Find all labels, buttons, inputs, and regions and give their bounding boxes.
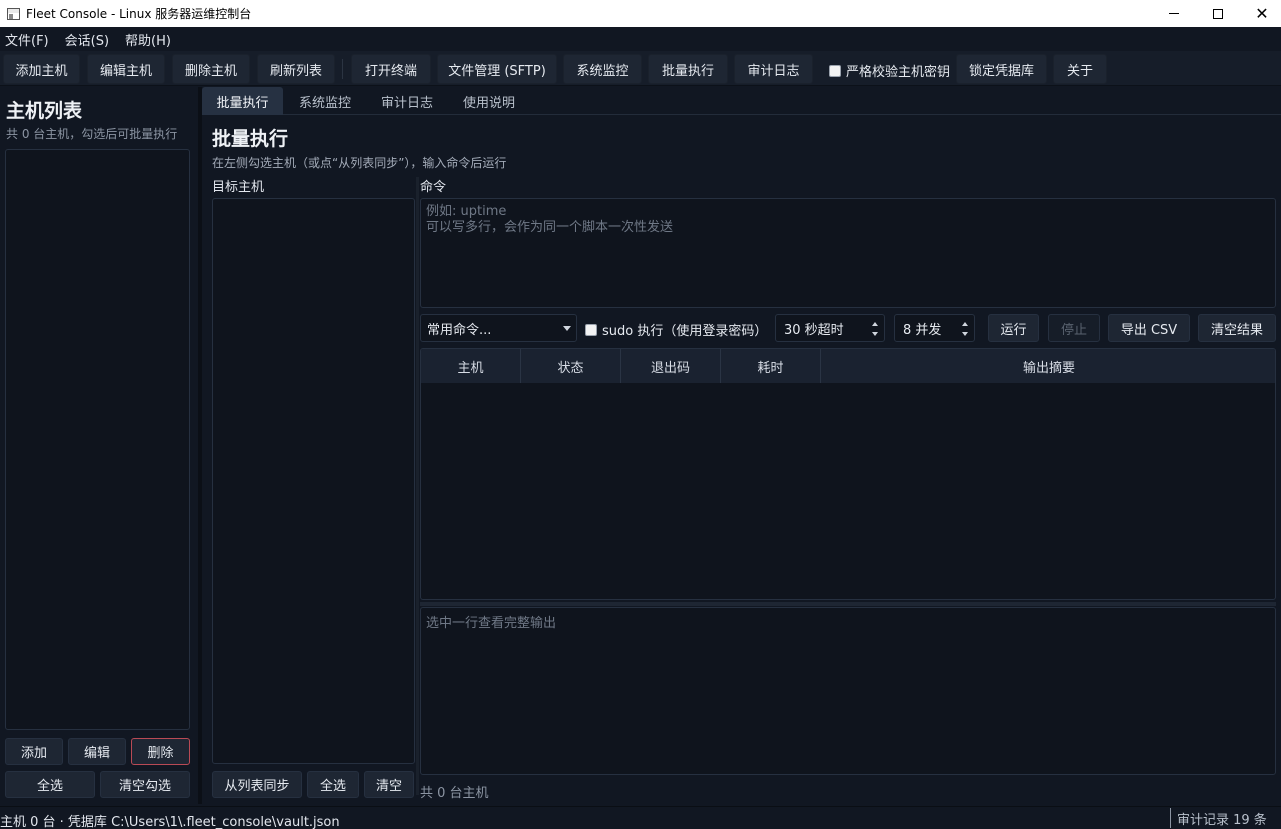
sidebar-add-button[interactable]: 添加	[5, 738, 63, 765]
close-button[interactable]: ✕	[1239, 0, 1281, 27]
minimize-icon	[1169, 13, 1179, 14]
sudo-label: sudo 执行（使用登录密码）	[602, 324, 768, 339]
tab-audit-log[interactable]: 审计日志	[367, 87, 447, 115]
spin-down-icon[interactable]	[962, 332, 968, 336]
sync-from-list-button[interactable]: 从列表同步	[212, 771, 302, 798]
command-label: 命令	[420, 180, 447, 195]
status-host-vault: 主机 0 台 · 凭据库 C:\Users\1\.fleet_console\v…	[0, 815, 340, 829]
refresh-list-button[interactable]: 刷新列表	[257, 54, 335, 84]
app-icon	[7, 7, 20, 20]
menu-session[interactable]: 会话(S)	[65, 30, 109, 49]
results-table-header: 主机 状态 退出码 耗时 输出摘要	[421, 349, 1275, 383]
tab-batch-exec[interactable]: 批量执行	[202, 87, 283, 115]
run-button[interactable]: 运行	[988, 314, 1039, 342]
main-area: 批量执行 系统监控 审计日志 使用说明 批量执行 在左侧勾选主机（或点“从列表同…	[202, 87, 1281, 804]
delete-host-button[interactable]: 删除主机	[172, 54, 250, 84]
system-monitor-button[interactable]: 系统监控	[563, 54, 642, 84]
sidebar-clear-checks-button[interactable]: 清空勾选	[100, 771, 190, 798]
sidebar-delete-button[interactable]: 删除	[131, 738, 190, 765]
export-csv-button[interactable]: 导出 CSV	[1108, 314, 1190, 342]
target-hosts-list[interactable]	[212, 198, 415, 764]
sudo-checkbox[interactable]	[585, 323, 597, 336]
tab-system-monitor[interactable]: 系统监控	[285, 87, 365, 115]
tab-bar: 批量执行 系统监控 审计日志 使用说明	[202, 87, 1281, 115]
concurrency-spinbox[interactable]: 8 并发	[894, 314, 975, 342]
status-audit-count: 审计记录 19 条	[1170, 808, 1267, 828]
maximize-icon	[1213, 8, 1223, 19]
column-exit-code[interactable]: 退出码	[621, 349, 721, 383]
strict-host-key-label: 严格校验主机密钥	[846, 65, 951, 80]
common-commands-select[interactable]: 常用命令...	[420, 314, 577, 342]
targets-label: 目标主机	[212, 180, 265, 195]
column-status[interactable]: 状态	[521, 349, 621, 383]
targets-select-all-button[interactable]: 全选	[307, 771, 359, 798]
tab-usage[interactable]: 使用说明	[449, 87, 529, 115]
host-list[interactable]	[5, 149, 190, 730]
sidebar-edit-button[interactable]: 编辑	[68, 738, 126, 765]
spin-up-icon[interactable]	[872, 322, 878, 326]
lock-vault-button[interactable]: 锁定凭据库	[956, 54, 1047, 84]
host-list-title: 主机列表	[6, 100, 83, 122]
sudo-toggle[interactable]: sudo 执行（使用登录密码）	[585, 320, 767, 339]
maximize-button[interactable]	[1195, 0, 1241, 27]
full-output-view[interactable]: 选中一行查看完整输出	[420, 607, 1276, 775]
spin-down-icon[interactable]	[872, 332, 878, 336]
clear-results-button[interactable]: 清空结果	[1198, 314, 1276, 342]
host-list-panel: 主机列表 共 0 台主机，勾选后可批量执行 添加 编辑 删除 全选 清空勾选	[0, 87, 198, 804]
targets-splitter[interactable]	[416, 177, 419, 795]
spin-up-icon[interactable]	[962, 322, 968, 326]
column-output-summary[interactable]: 输出摘要	[821, 349, 1275, 383]
audit-log-button[interactable]: 审计日志	[734, 54, 813, 84]
toolbar-separator	[342, 59, 343, 79]
stop-button[interactable]: 停止	[1048, 314, 1100, 342]
close-icon: ✕	[1255, 3, 1269, 23]
window-titlebar: Fleet Console - Linux 服务器运维控制台 ✕	[0, 0, 1281, 27]
menu-help[interactable]: 帮助(H)	[125, 30, 171, 49]
column-host[interactable]: 主机	[421, 349, 521, 383]
target-host-count: 共 0 台主机	[420, 786, 489, 801]
sidebar-select-all-button[interactable]: 全选	[5, 771, 95, 798]
edit-host-button[interactable]: 编辑主机	[87, 54, 165, 84]
menubar: 文件(F) 会话(S) 帮助(H)	[0, 27, 1281, 51]
command-input[interactable]: 例如: uptime 可以写多行，会作为同一个脚本一次性发送	[420, 198, 1276, 308]
add-host-button[interactable]: 添加主机	[3, 54, 80, 84]
batch-exec-button[interactable]: 批量执行	[648, 54, 728, 84]
about-button[interactable]: 关于	[1053, 54, 1107, 84]
file-manager-button[interactable]: 文件管理 (SFTP)	[437, 54, 557, 84]
page-subtitle: 在左侧勾选主机（或点“从列表同步”），输入命令后运行	[212, 156, 507, 170]
host-list-subtitle: 共 0 台主机，勾选后可批量执行	[6, 127, 178, 141]
toolbar: 添加主机 编辑主机 删除主机 刷新列表 打开终端 文件管理 (SFTP) 系统监…	[0, 51, 1281, 86]
statusbar: 主机 0 台 · 凭据库 C:\Users\1\.fleet_console\v…	[0, 806, 1281, 829]
page-title: 批量执行	[212, 128, 289, 150]
strict-host-key-toggle[interactable]: 严格校验主机密钥	[829, 61, 950, 80]
concurrency-value: 8 并发	[903, 322, 942, 338]
column-duration[interactable]: 耗时	[721, 349, 821, 383]
minimize-button[interactable]	[1151, 0, 1197, 27]
window-title: Fleet Console - Linux 服务器运维控制台	[26, 7, 252, 21]
output-splitter[interactable]	[420, 602, 1276, 606]
menu-file[interactable]: 文件(F)	[5, 30, 49, 49]
timeout-value: 30 秒超时	[784, 322, 844, 338]
open-terminal-button[interactable]: 打开终端	[351, 54, 431, 84]
targets-clear-button[interactable]: 清空	[364, 771, 414, 798]
results-table[interactable]: 主机 状态 退出码 耗时 输出摘要	[420, 348, 1276, 600]
chevron-down-icon	[563, 326, 571, 331]
common-commands-value: 常用命令...	[427, 322, 492, 338]
timeout-spinbox[interactable]: 30 秒超时	[775, 314, 885, 342]
strict-host-key-checkbox[interactable]	[829, 64, 841, 77]
